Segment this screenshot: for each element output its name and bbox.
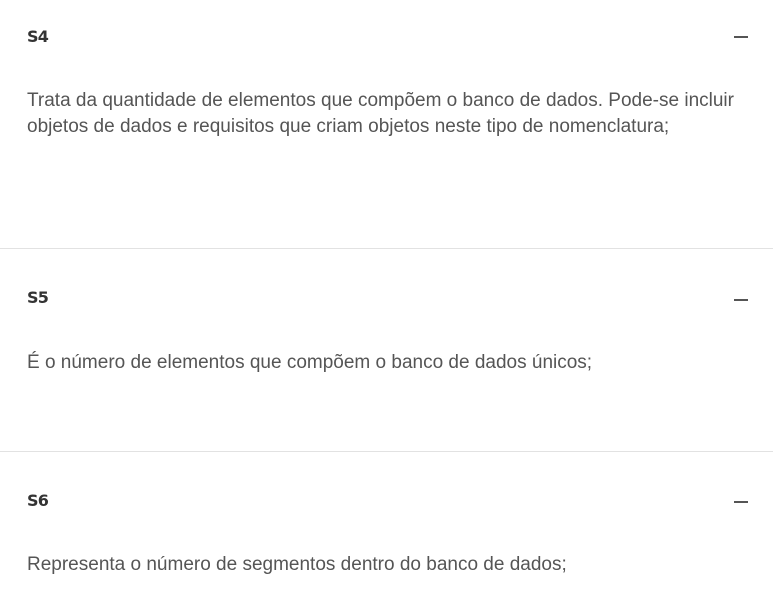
minus-icon-bar	[734, 36, 748, 38]
accordion: S4 Trata da quantidade de elementos que …	[0, 0, 773, 603]
minus-icon-bar	[734, 299, 748, 301]
minus-icon[interactable]	[731, 492, 751, 512]
accordion-title: S5	[27, 288, 49, 307]
minus-icon-bar	[734, 501, 748, 503]
minus-icon[interactable]	[731, 290, 751, 310]
accordion-header-s6[interactable]: S6	[0, 452, 773, 532]
accordion-item-s5: S5 É o número de elementos que compõem o…	[0, 249, 773, 452]
accordion-content: Trata da quantidade de elementos que com…	[27, 90, 734, 137]
accordion-content: É o número de elementos que compõem o ba…	[27, 352, 593, 373]
accordion-item-s6: S6 Representa o número de segmentos dent…	[0, 452, 773, 603]
accordion-title: S4	[27, 27, 49, 46]
accordion-content: Representa o número de segmentos dentro …	[27, 554, 567, 575]
accordion-header-s4[interactable]: S4	[0, 0, 773, 80]
accordion-header-s5[interactable]: S5	[0, 249, 773, 329]
minus-icon[interactable]	[731, 27, 751, 47]
accordion-title: S6	[27, 491, 49, 510]
accordion-item-s4: S4 Trata da quantidade de elementos que …	[0, 0, 773, 249]
